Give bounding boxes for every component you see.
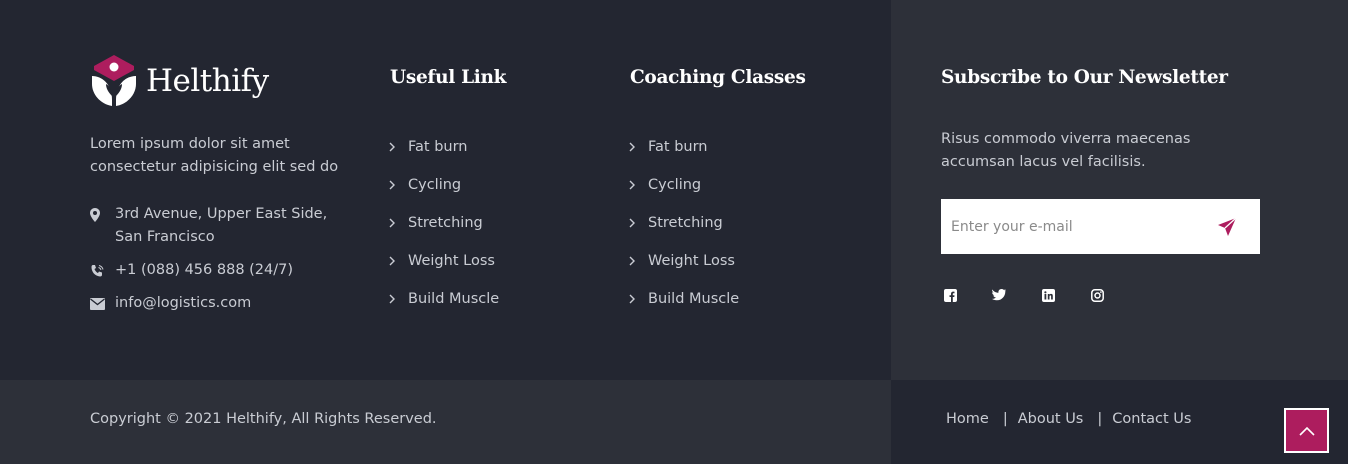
newsletter-email-input[interactable]: [941, 199, 1201, 254]
chevron-up-icon: [1298, 426, 1315, 436]
useful-link-cycling[interactable]: Cycling: [389, 166, 499, 204]
chevron-right-icon: [389, 255, 408, 267]
social-links: [941, 286, 1137, 304]
footer-newsletter-panel: [891, 0, 1348, 380]
contact-address: 3rd Avenue, Upper East Side, San Francis…: [90, 203, 327, 249]
nav-separator: |: [1002, 411, 1008, 427]
chevron-right-icon: [629, 217, 648, 229]
phone-icon: [90, 259, 115, 282]
useful-links-title: Useful Link: [390, 67, 507, 88]
chevron-right-icon: [389, 293, 408, 305]
linkedin-icon[interactable]: [1039, 286, 1057, 304]
useful-link-fat-burn[interactable]: Fat burn: [389, 128, 499, 166]
envelope-icon: [90, 292, 115, 315]
bottom-nav: Home | About Us | Contact Us: [946, 411, 1191, 427]
email-address[interactable]: info@logistics.com: [115, 292, 251, 315]
address-line-1: 3rd Avenue, Upper East Side,: [115, 206, 328, 222]
useful-link-build-muscle[interactable]: Build Muscle: [389, 280, 499, 318]
instagram-icon[interactable]: [1088, 286, 1106, 304]
paper-plane-icon: [1218, 217, 1237, 236]
about-text: Lorem ipsum dolor sit amet consectetur a…: [90, 136, 339, 175]
chevron-right-icon: [629, 293, 648, 305]
contact-email: info@logistics.com: [90, 292, 251, 315]
address-line-2: San Francisco: [115, 229, 215, 245]
bottom-nav-about[interactable]: About Us: [1018, 411, 1084, 427]
brand-name: Helthify: [146, 63, 269, 99]
chevron-right-icon: [389, 179, 408, 191]
coaching-link-build-muscle[interactable]: Build Muscle: [629, 280, 739, 318]
map-pin-icon: [90, 203, 115, 226]
facebook-icon[interactable]: [941, 286, 959, 304]
contact-phone: +1 (088) 456 888 (24/7): [90, 259, 293, 282]
brand-logo[interactable]: Helthify: [90, 54, 269, 108]
coaching-link-fat-burn[interactable]: Fat burn: [629, 128, 739, 166]
copyright-text: Copyright © 2021 Helthify, All Rights Re…: [90, 411, 437, 427]
useful-link-stretching[interactable]: Stretching: [389, 204, 499, 242]
coaching-link-stretching[interactable]: Stretching: [629, 204, 739, 242]
chevron-right-icon: [389, 141, 408, 153]
bottom-nav-contact[interactable]: Contact Us: [1112, 411, 1191, 427]
useful-link-weight-loss[interactable]: Weight Loss: [389, 242, 499, 280]
coaching-link-cycling[interactable]: Cycling: [629, 166, 739, 204]
chevron-right-icon: [629, 141, 648, 153]
phone-number[interactable]: +1 (088) 456 888 (24/7): [115, 259, 293, 282]
nav-separator: |: [1097, 411, 1103, 427]
newsletter-form: [941, 199, 1260, 254]
scroll-to-top-button[interactable]: [1284, 408, 1329, 453]
newsletter-text: Risus commodo viverra maecenas accumsan …: [941, 131, 1191, 170]
newsletter-submit-button[interactable]: [1207, 207, 1247, 247]
useful-links-list: Fat burn Cycling Stretching Weight Loss …: [389, 128, 499, 318]
coaching-classes-title: Coaching Classes: [630, 67, 806, 88]
chevron-right-icon: [629, 179, 648, 191]
coaching-classes-list: Fat burn Cycling Stretching Weight Loss …: [629, 128, 739, 318]
twitter-icon[interactable]: [990, 286, 1008, 304]
chevron-right-icon: [389, 217, 408, 229]
newsletter-title: Subscribe to Our Newsletter: [941, 67, 1228, 88]
logo-icon: [92, 55, 136, 106]
coaching-link-weight-loss[interactable]: Weight Loss: [629, 242, 739, 280]
chevron-right-icon: [629, 255, 648, 267]
bottom-nav-home[interactable]: Home: [946, 411, 989, 427]
